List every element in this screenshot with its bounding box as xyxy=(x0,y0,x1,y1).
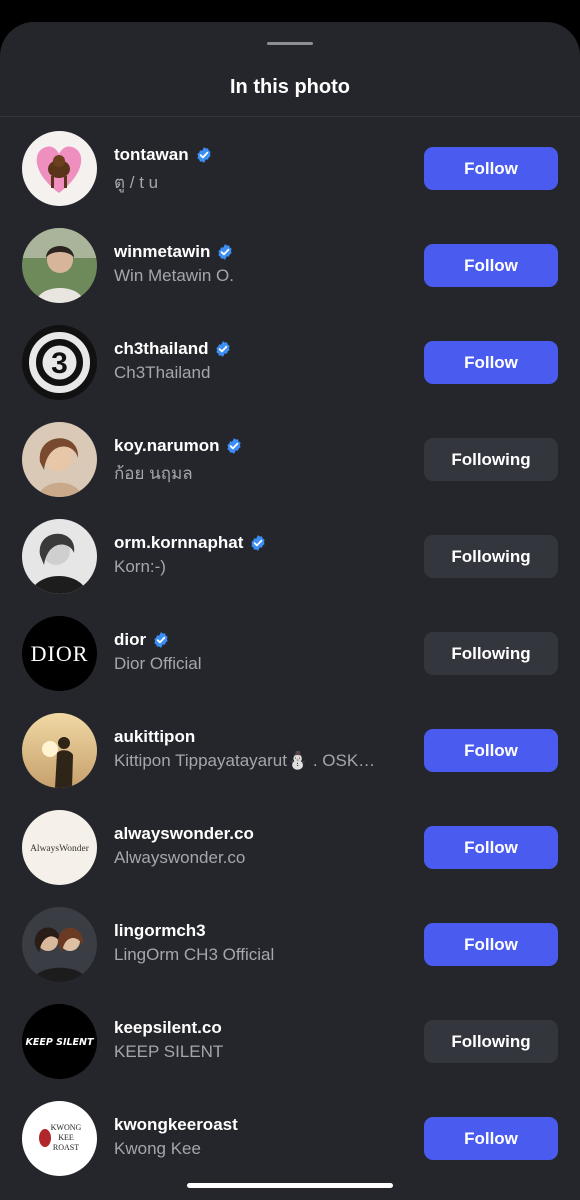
verified-badge-icon xyxy=(214,340,232,358)
username-label: dior xyxy=(114,630,147,649)
svg-text:ROAST: ROAST xyxy=(53,1143,79,1152)
following-button[interactable]: Following xyxy=(424,632,558,675)
full-name: ก้อย นฤมล xyxy=(114,464,193,483)
full-name: ตู / t u xyxy=(114,173,159,192)
username[interactable]: koy.narumon xyxy=(114,436,243,456)
svg-text:KEE: KEE xyxy=(58,1133,74,1142)
username-label: tontawan xyxy=(114,145,189,164)
username-label: ch3thailand xyxy=(114,339,209,358)
person-row[interactable]: aukittipon Kittipon Tippayatayarut⛄ . OSK… xyxy=(0,708,580,805)
full-name: Alwayswonder.co xyxy=(114,848,246,867)
username-label: kwongkeeroast xyxy=(114,1115,238,1134)
avatar[interactable] xyxy=(22,907,97,982)
svg-text:DIOR: DIOR xyxy=(31,641,89,666)
svg-text:AlwaysWonder: AlwaysWonder xyxy=(30,844,90,854)
username-label: lingormch3 xyxy=(114,921,206,940)
full-name: Win Metawin O. xyxy=(114,266,234,285)
person-row[interactable]: winmetawin Win Metawin O. Follow xyxy=(0,223,580,320)
following-button[interactable]: Following xyxy=(424,1020,558,1063)
full-name: Ch3Thailand xyxy=(114,363,211,382)
home-indicator[interactable] xyxy=(187,1183,393,1188)
avatar[interactable]: DIOR xyxy=(22,616,97,691)
verified-badge-icon xyxy=(249,534,267,552)
following-button[interactable]: Following xyxy=(424,438,558,481)
verified-badge-icon xyxy=(216,243,234,261)
avatar[interactable] xyxy=(22,519,97,594)
username[interactable]: keepsilent.co xyxy=(114,1018,222,1038)
avatar[interactable]: KEEP SILENT xyxy=(22,1004,97,1079)
username-label: winmetawin xyxy=(114,242,211,261)
full-name: Dior Official xyxy=(114,654,202,673)
verified-badge-icon xyxy=(195,146,213,164)
avatar[interactable]: 3 xyxy=(22,325,97,400)
follow-button[interactable]: Follow xyxy=(424,826,558,869)
username[interactable]: aukittipon xyxy=(114,727,195,747)
person-row[interactable]: lingormch3 LingOrm CH3 Official Follow xyxy=(0,902,580,999)
full-name: KEEP SILENT xyxy=(114,1042,224,1061)
username[interactable]: alwayswonder.co xyxy=(114,824,254,844)
username[interactable]: tontawan xyxy=(114,145,213,165)
username-label: alwayswonder.co xyxy=(114,824,254,843)
follow-button[interactable]: Follow xyxy=(424,923,558,966)
person-row[interactable]: KEEP SILENT keepsilent.co KEEP SILENT Follo… xyxy=(0,999,580,1096)
person-row[interactable]: DIOR dior Dior Official Following xyxy=(0,611,580,708)
svg-text:3: 3 xyxy=(51,347,68,380)
tagged-people-sheet: In this photo tontawan ตู / t u Follow win… xyxy=(0,22,580,1200)
person-row[interactable]: koy.narumon ก้อย นฤมล Following xyxy=(0,417,580,514)
follow-button[interactable]: Follow xyxy=(424,244,558,287)
following-button[interactable]: Following xyxy=(424,535,558,578)
username[interactable]: winmetawin xyxy=(114,242,234,262)
follow-button[interactable]: Follow xyxy=(424,341,558,384)
follow-button[interactable]: Follow xyxy=(424,147,558,190)
header-divider xyxy=(0,116,580,117)
username[interactable]: dior xyxy=(114,630,170,650)
verified-badge-icon xyxy=(225,437,243,455)
avatar[interactable] xyxy=(22,713,97,788)
full-name: LingOrm CH3 Official xyxy=(114,945,275,964)
person-row[interactable]: tontawan ตู / t u Follow xyxy=(0,126,580,223)
username[interactable]: ch3thailand xyxy=(114,339,232,359)
person-row[interactable]: KWONG KEE ROAST kwongkeeroast Kwong Kee Fol… xyxy=(0,1096,580,1193)
person-row[interactable]: AlwaysWonder alwayswonder.co Alwayswonder.… xyxy=(0,805,580,902)
follow-button[interactable]: Follow xyxy=(424,729,558,772)
avatar[interactable]: KWONG KEE ROAST xyxy=(22,1101,97,1176)
username-label: koy.narumon xyxy=(114,436,220,455)
avatar[interactable]: AlwaysWonder xyxy=(22,810,97,885)
person-row[interactable]: orm.kornnaphat Korn:-) Following xyxy=(0,514,580,611)
person-row[interactable]: 3 ch3thailand Ch3Thailand Follow xyxy=(0,320,580,417)
username-label: keepsilent.co xyxy=(114,1018,222,1037)
username[interactable]: kwongkeeroast xyxy=(114,1115,238,1135)
full-name: Korn:-) xyxy=(114,557,166,576)
username[interactable]: lingormch3 xyxy=(114,921,206,941)
full-name: Kwong Kee xyxy=(114,1139,201,1158)
svg-text:KEEP SILENT: KEEP SILENT xyxy=(26,1037,95,1048)
sheet-grabber[interactable] xyxy=(267,42,313,45)
username[interactable]: orm.kornnaphat xyxy=(114,533,267,553)
full-name: Kittipon Tippayatayarut⛄ . OSK… xyxy=(114,751,376,770)
sheet-title: In this photo xyxy=(230,76,350,98)
avatar[interactable] xyxy=(22,422,97,497)
username-label: orm.kornnaphat xyxy=(114,533,244,552)
verified-badge-icon xyxy=(152,631,170,649)
follow-button[interactable]: Follow xyxy=(424,1117,558,1160)
svg-text:KWONG: KWONG xyxy=(51,1123,82,1132)
avatar[interactable] xyxy=(22,228,97,303)
username-label: aukittipon xyxy=(114,727,196,746)
avatar[interactable] xyxy=(22,131,97,206)
